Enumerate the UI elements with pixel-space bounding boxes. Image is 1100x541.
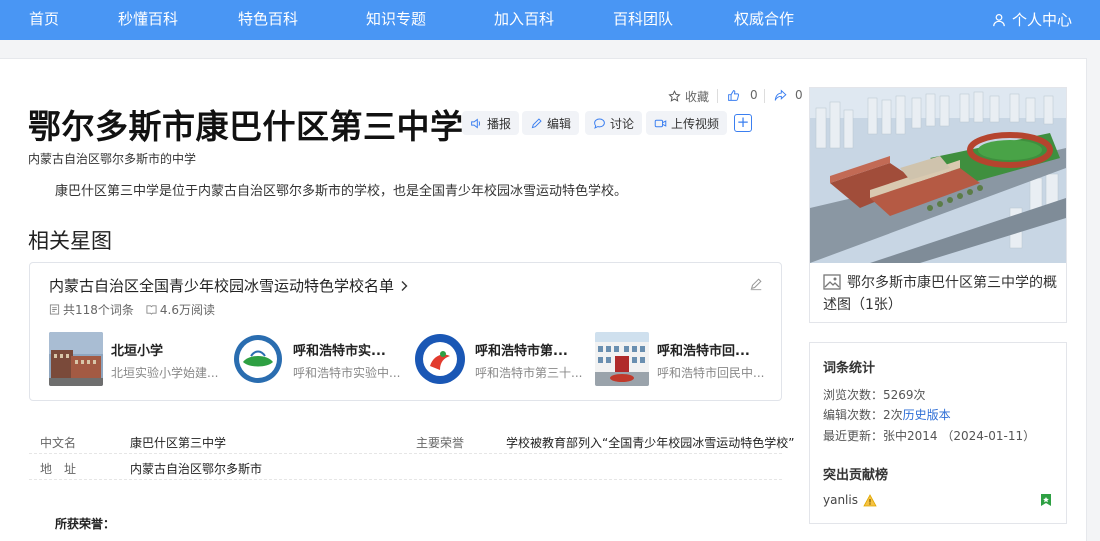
- history-link[interactable]: 历史版本: [903, 408, 951, 422]
- starmap-item-name: 呼和浩特市回...: [657, 343, 750, 359]
- table-row: 中文名 康巴什区第三中学 主要荣誉 学校被教育部列入“全国青少年校园冰雪运动特色…: [29, 428, 794, 454]
- divider: [764, 89, 765, 103]
- nav-join[interactable]: 加入百科: [494, 0, 554, 40]
- starmap-item-name: 呼和浩特市实...: [293, 343, 386, 359]
- thumbs-up-icon: [728, 89, 740, 101]
- pencil-icon: [531, 117, 542, 128]
- star-icon: [668, 90, 681, 102]
- discuss-button[interactable]: 讨论: [585, 111, 643, 135]
- user-center-label: 个人中心: [1011, 11, 1072, 29]
- book-icon: [146, 305, 157, 315]
- like-button[interactable]: 0: [727, 88, 758, 102]
- subtitle: 内蒙古自治区鄂尔多斯市的中学: [28, 152, 197, 166]
- chevron-right-icon: [401, 280, 408, 291]
- starmap-item-desc: 呼和浩特市实验中...: [293, 365, 401, 380]
- info-key: 主要荣誉: [416, 436, 465, 450]
- info-value: 学校被教育部列入“全国青少年校园冰雪运动特色学校”: [506, 436, 795, 450]
- nav-team[interactable]: 百科团队: [613, 0, 673, 40]
- entry-count: 共118个词条: [63, 303, 134, 317]
- upload-video-label: 上传视频: [671, 116, 720, 131]
- edit-count: 编辑次数：2次: [823, 408, 903, 422]
- starmap-item-desc: 北垣实验小学始建...: [111, 365, 219, 380]
- page-title: 鄂尔多斯市康巴什区第三中学: [28, 107, 464, 146]
- summary-image-panel[interactable]: 鄂尔多斯市康巴什区第三中学的概述图（1张）: [809, 87, 1067, 323]
- school-aerial-image[interactable]: [810, 88, 1066, 263]
- starmap-title-link[interactable]: 内蒙古自治区全国青少年校园冰雪运动特色学校名单: [49, 275, 410, 296]
- speaker-icon: [471, 117, 481, 129]
- share-button[interactable]: 0: [774, 88, 803, 102]
- nav-topics[interactable]: 知识专题: [366, 0, 426, 40]
- starmap-item[interactable]: 呼和浩特市第... 呼和浩特市第三十...: [413, 332, 600, 388]
- user-center-link[interactable]: 个人中心: [992, 0, 1072, 40]
- last-updated: 最近更新：张中2014 （2024-01-11）: [823, 429, 1036, 443]
- entry-stats-panel: 词条统计 浏览次数：5269次 编辑次数：2次历史版本 最近更新：张中2014 …: [809, 342, 1067, 524]
- image-caption[interactable]: 鄂尔多斯市康巴什区第三中学的概述图（1张）: [823, 272, 1059, 316]
- school-emblem-thumbnail: [231, 332, 285, 386]
- discuss-label: 讨论: [610, 116, 635, 131]
- broadcast-label: 播报: [487, 116, 512, 131]
- related-heading: 相关星图: [28, 229, 112, 253]
- like-count: 0: [750, 88, 758, 102]
- warning-badge-icon: [863, 493, 877, 506]
- collect-button[interactable]: 收藏: [668, 88, 709, 105]
- top-nav: 首页 秒懂百科 特色百科 知识专题 加入百科 百科团队 权威合作 个人中心: [0, 0, 1100, 40]
- image-icon: [823, 274, 841, 290]
- collect-label: 收藏: [685, 90, 710, 104]
- school-building-thumbnail: [595, 332, 649, 386]
- starmap-item-desc: 呼和浩特市回民中...: [657, 365, 765, 380]
- view-count: 浏览次数：5269次: [823, 388, 926, 402]
- starmap-item-name: 北垣小学: [111, 343, 164, 359]
- bookmark-icon[interactable]: [1040, 493, 1052, 507]
- contributor-name: yanlis: [823, 493, 858, 507]
- starmap-item-name: 呼和浩特市第...: [475, 343, 568, 359]
- read-count: 4.6万阅读: [159, 303, 215, 317]
- basic-info-table: 中文名 康巴什区第三中学 主要荣誉 学校被教育部列入“全国青少年校园冰雪运动特色…: [29, 428, 794, 480]
- school-emblem-thumbnail: [413, 332, 467, 386]
- upload-video-button[interactable]: 上传视频: [646, 111, 728, 135]
- starmap-item[interactable]: 呼和浩特市实... 呼和浩特市实验中...: [231, 332, 418, 388]
- contributors-heading: 突出贡献榜: [823, 468, 889, 483]
- school-building-thumbnail: [49, 332, 103, 386]
- related-starmap-box: 内蒙古自治区全国青少年校园冰雪运动特色学校名单 共118个词条 4.6万阅读 北…: [29, 262, 782, 401]
- info-key: 中文名: [40, 436, 77, 450]
- video-icon: [654, 119, 667, 127]
- add-button[interactable]: +: [734, 114, 752, 132]
- starmap-title: 内蒙古自治区全国青少年校园冰雪运动特色学校名单: [49, 277, 395, 295]
- table-row: 地 址 内蒙古自治区鄂尔多斯市: [29, 454, 782, 480]
- info-value: 康巴什区第三中学: [130, 436, 227, 450]
- info-value: 内蒙古自治区鄂尔多斯市: [130, 462, 263, 476]
- chat-icon: [594, 118, 605, 129]
- edit-count-line: 编辑次数：2次历史版本: [823, 406, 951, 423]
- share-count: 0: [795, 88, 803, 102]
- share-icon: [774, 89, 787, 101]
- starmap-item[interactable]: 呼和浩特市回... 呼和浩特市回民中...: [595, 332, 782, 388]
- starmap-item-desc: 呼和浩特市第三十...: [475, 365, 583, 380]
- honors-label: 所获荣誉：: [55, 517, 116, 531]
- summary-text: 康巴什区第三中学是位于内蒙古自治区鄂尔多斯市的学校，也是全国青少年校园冰雪运动特…: [55, 184, 628, 199]
- nav-home[interactable]: 首页: [29, 0, 59, 40]
- starmap-item[interactable]: 北垣小学 北垣实验小学始建...: [49, 332, 236, 388]
- nav-miaodong[interactable]: 秒懂百科: [118, 0, 178, 40]
- stats-heading: 词条统计: [823, 361, 876, 376]
- edit-button[interactable]: 编辑: [522, 111, 580, 135]
- document-icon: [49, 304, 60, 315]
- divider: [717, 89, 718, 103]
- contributor[interactable]: yanlis: [823, 493, 877, 507]
- user-icon: [993, 13, 1005, 27]
- pencil-icon[interactable]: [749, 277, 763, 291]
- starmap-meta: 共118个词条 4.6万阅读: [49, 301, 215, 318]
- nav-special[interactable]: 特色百科: [238, 0, 298, 40]
- broadcast-button[interactable]: 播报: [462, 111, 520, 135]
- nav-cooperation[interactable]: 权威合作: [734, 0, 794, 40]
- image-caption-text: 鄂尔多斯市康巴什区第三中学的概述图（1张）: [823, 275, 1057, 313]
- edit-label: 编辑: [547, 116, 572, 131]
- info-key: 地 址: [40, 462, 77, 476]
